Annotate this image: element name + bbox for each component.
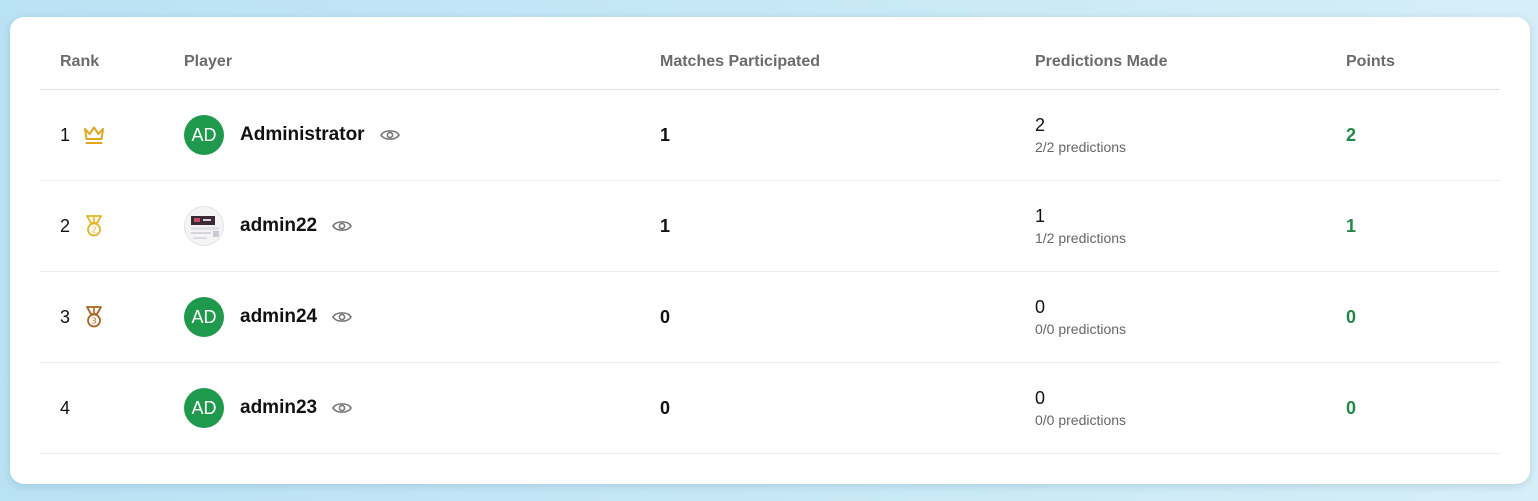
column-header-points: Points: [1346, 53, 1395, 70]
avatar: AD: [184, 297, 224, 337]
leaderboard-table: Rank Player Matches Participated Predict…: [40, 17, 1500, 454]
eye-icon[interactable]: [331, 397, 353, 419]
matches-value: 1: [660, 215, 671, 236]
eye-icon[interactable]: [331, 215, 353, 237]
predictions-value: 2: [1035, 115, 1046, 135]
matches-value: 1: [660, 124, 671, 145]
player-name[interactable]: Administrator: [240, 124, 365, 146]
player-name[interactable]: admin24: [240, 306, 317, 328]
avatar: AD: [184, 388, 224, 428]
rank-number: 4: [60, 397, 71, 418]
player-name[interactable]: admin22: [240, 215, 317, 237]
points-cell: 2: [1346, 90, 1496, 180]
matches-cell: 1: [660, 90, 1030, 180]
table-row: 4 AD admin23 0 0 0/0 predictions 0: [40, 363, 1500, 454]
predictions-value: 0: [1035, 388, 1046, 408]
predictions-cell: 0 0/0 predictions: [1035, 363, 1345, 453]
predictions-detail: 0/0 predictions: [1035, 321, 1127, 337]
rank-number: 3: [60, 306, 71, 327]
eye-icon[interactable]: [331, 306, 353, 328]
bronze-medal-icon: 3: [81, 304, 107, 330]
avatar: AD: [184, 115, 224, 155]
silver-medal-icon: 2: [81, 213, 107, 239]
player-cell: AD admin23: [184, 363, 654, 453]
table-row: 1 AD Administrator 1 2 2/2 predictions 2: [40, 90, 1500, 181]
player-name[interactable]: admin23: [240, 397, 317, 419]
rank-cell: 3 3: [60, 272, 180, 362]
points-cell: 0: [1346, 272, 1496, 362]
leaderboard-card: Rank Player Matches Participated Predict…: [10, 17, 1530, 484]
predictions-cell: 2 2/2 predictions: [1035, 90, 1345, 180]
table-header: Rank Player Matches Participated Predict…: [40, 17, 1500, 90]
column-header-matches: Matches Participated: [660, 53, 821, 70]
table-row: 2 2 admin22 1 1 1/2 predictions 1: [40, 181, 1500, 272]
rank-cell: 2 2: [60, 181, 180, 271]
points-value: 2: [1346, 124, 1357, 145]
avatar: [184, 206, 224, 246]
eye-icon[interactable]: [379, 124, 401, 146]
player-cell: admin22: [184, 181, 654, 271]
player-cell: AD Administrator: [184, 90, 654, 180]
player-cell: AD admin24: [184, 272, 654, 362]
predictions-detail: 0/0 predictions: [1035, 412, 1127, 428]
table-row: 3 3 AD admin24 0 0 0/0 predictions 0: [40, 272, 1500, 363]
predictions-detail: 2/2 predictions: [1035, 139, 1127, 155]
predictions-cell: 1 1/2 predictions: [1035, 181, 1345, 271]
points-value: 1: [1346, 215, 1357, 236]
predictions-value: 1: [1035, 206, 1046, 226]
predictions-value: 0: [1035, 297, 1046, 317]
column-header-predictions: Predictions Made: [1035, 53, 1168, 70]
points-value: 0: [1346, 306, 1357, 327]
rank-cell: 1: [60, 90, 180, 180]
matches-cell: 1: [660, 181, 1030, 271]
svg-text:3: 3: [91, 317, 96, 326]
column-header-rank: Rank: [60, 53, 100, 70]
crown-icon: [81, 122, 107, 148]
rank-cell: 4: [60, 363, 180, 453]
matches-value: 0: [660, 397, 671, 418]
points-value: 0: [1346, 397, 1357, 418]
points-cell: 0: [1346, 363, 1496, 453]
predictions-cell: 0 0/0 predictions: [1035, 272, 1345, 362]
matches-cell: 0: [660, 363, 1030, 453]
rank-number: 1: [60, 124, 71, 145]
predictions-detail: 1/2 predictions: [1035, 230, 1127, 246]
svg-text:2: 2: [91, 226, 96, 235]
points-cell: 1: [1346, 181, 1496, 271]
column-header-player: Player: [184, 53, 233, 70]
matches-cell: 0: [660, 272, 1030, 362]
rank-number: 2: [60, 215, 71, 236]
matches-value: 0: [660, 306, 671, 327]
